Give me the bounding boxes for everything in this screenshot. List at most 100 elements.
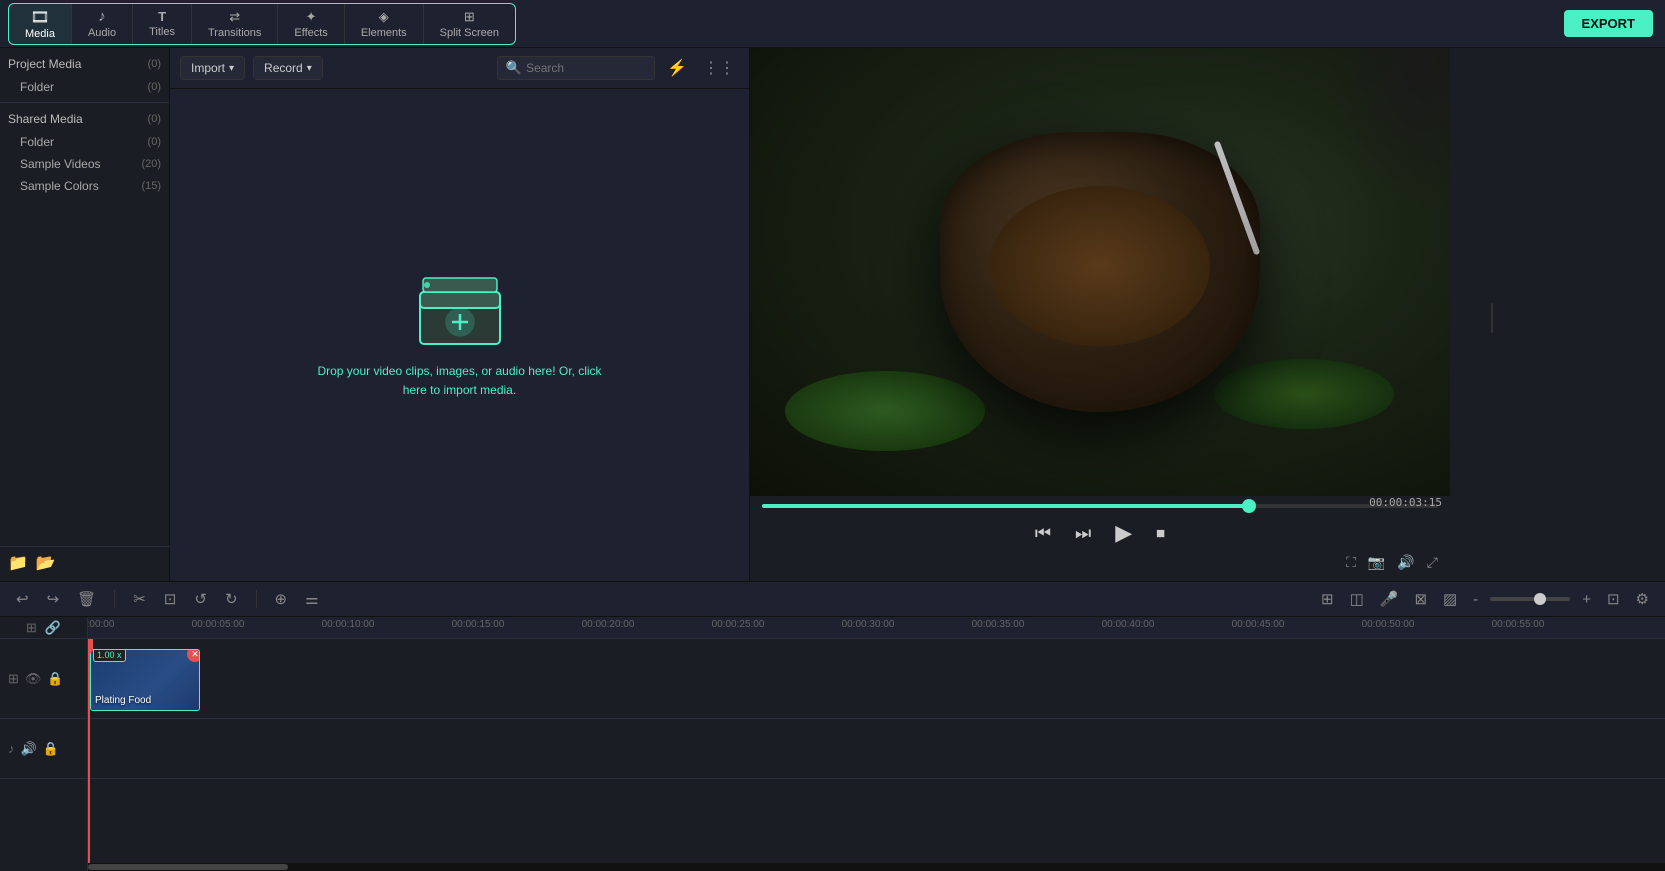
project-folder-count: (0)	[148, 81, 161, 93]
sample-colors-label: Sample Colors	[20, 179, 99, 193]
delete-button[interactable]: 🗑	[73, 588, 100, 610]
tab-splitscreen-label: Split Screen	[440, 27, 499, 39]
crop-button[interactable]: ⊡	[160, 588, 181, 610]
filter-button[interactable]: ⚡	[663, 56, 691, 80]
add-track-button[interactable]: ⊞	[26, 620, 37, 636]
media-toolbar: Import ▾ Record ▾ 🔍 ⚡ ⋮⋮	[170, 48, 749, 89]
timeline-left-controls: ⊞ 🔗 ⊞ 👁 🔒 ♪ 🔊 🔒	[0, 617, 88, 871]
timeline-right: 00:00:00:00 00:00:05:00 00:00:10:00 00:0…	[88, 617, 1665, 871]
audio-note-button[interactable]: ♪	[8, 741, 15, 756]
step-back-button[interactable]: ⏭	[1071, 519, 1095, 548]
sidebar-divider-1	[0, 102, 169, 103]
food-contents	[990, 186, 1210, 346]
timeline-option2[interactable]: ◫	[1346, 588, 1368, 610]
timeline-left-top: ⊞ 🔗	[0, 617, 87, 639]
tab-effects[interactable]: ✦ Effects	[278, 4, 344, 44]
project-folder-label: Folder	[20, 80, 54, 94]
tab-titles[interactable]: T Titles	[133, 4, 192, 44]
timeline-zoom-controls: ⊞ ◫ 🎤 ⊠ ▨ - + ⊡ ⚙	[1317, 588, 1653, 610]
rotate-left-button[interactable]: ↺	[190, 588, 211, 610]
progress-thumb[interactable]	[1242, 499, 1256, 513]
tab-audio-label: Audio	[88, 27, 116, 39]
drop-text-line1: Drop your video clips, images, or audio …	[317, 362, 601, 381]
toolbar-separator-2	[256, 590, 257, 608]
greenery-right	[1214, 359, 1394, 429]
sidebar-item-shared-folder[interactable]: Folder (0)	[0, 131, 169, 153]
clapperboard-icon	[415, 270, 505, 350]
effects-icon: ✦	[306, 9, 317, 25]
scrollbar-thumb[interactable]	[88, 864, 288, 870]
drop-zone[interactable]: Drop your video clips, images, or audio …	[170, 89, 749, 581]
play-button[interactable]: ▶	[1111, 516, 1136, 550]
stop-button[interactable]: ⏹	[1152, 519, 1169, 548]
clip-speed-badge: 1.00 x	[93, 649, 126, 662]
tab-media-label: Media	[25, 28, 55, 40]
export-button[interactable]: EXPORT	[1564, 10, 1653, 37]
timeline-option1[interactable]: ⊞	[1317, 588, 1338, 610]
shared-folder-count: (0)	[148, 136, 161, 148]
tab-elements[interactable]: ◈ Elements	[345, 4, 424, 44]
timeline-toolbar: ↩ ↪ 🗑 ✂ ⊡ ↺ ↻ ⊕ ⚌ ⊞ ◫ 🎤 ⊠ ▨ - + ⊡ ⚙	[0, 582, 1665, 617]
tab-effects-label: Effects	[294, 27, 327, 39]
project-media-count: (0)	[148, 58, 161, 70]
timeline-option5[interactable]: ▨	[1439, 588, 1461, 610]
clip-delete-button[interactable]: ✕	[187, 649, 200, 662]
audio-track-lane	[88, 719, 1665, 779]
tab-titles-label: Titles	[149, 26, 175, 38]
expand-button[interactable]: ⤢	[1427, 554, 1438, 571]
cut-button[interactable]: ✂	[129, 588, 150, 610]
snapshot-button[interactable]: 📷	[1368, 554, 1385, 571]
import-arrow-icon: ▾	[229, 63, 234, 74]
extra-controls: ⛶ 📷 🔊 ⤢	[750, 554, 1450, 575]
ruler-tick-4: 00:00:20:00	[582, 619, 635, 630]
tab-transitions[interactable]: ⇄ Transitions	[192, 4, 278, 44]
settings-button[interactable]: ⚙	[1632, 588, 1653, 610]
search-input[interactable]	[526, 61, 646, 75]
skip-back-button[interactable]: ⏮	[1031, 519, 1055, 548]
video-track-controls: ⊞ 👁 🔒 ♪ 🔊 🔒	[0, 639, 87, 779]
timeline-option3[interactable]: 🎤	[1376, 588, 1403, 610]
import-button[interactable]: Import ▾	[180, 56, 245, 80]
transitions-icon: ⇄	[229, 9, 240, 25]
shared-media-label: Shared Media	[8, 112, 83, 126]
tab-audio[interactable]: ♪ Audio	[72, 4, 133, 44]
link-button[interactable]: 🔗	[45, 620, 61, 636]
zoom-out-button[interactable]: -	[1469, 589, 1482, 610]
folder-open-button[interactable]: 📂	[36, 553, 56, 573]
redo-button[interactable]: ↪	[43, 588, 64, 610]
sidebar-item-project-folder[interactable]: Folder (0)	[0, 76, 169, 98]
audio-speaker-button[interactable]: 🔊	[21, 741, 37, 757]
grid-view-button[interactable]: ⋮⋮	[699, 56, 739, 80]
zoom-slider[interactable]	[1490, 597, 1570, 601]
tab-media[interactable]: 🎞 Media	[9, 4, 72, 44]
ruler-tick-1: 00:00:05:00	[192, 619, 245, 630]
stabilize-button[interactable]: ⊕	[271, 588, 292, 610]
timeline-option4[interactable]: ⊠	[1410, 588, 1431, 610]
fullscreen-button[interactable]: ⛶	[1346, 554, 1356, 571]
sidebar-item-sample-colors[interactable]: Sample Colors (15)	[0, 175, 169, 197]
ruler-tick-0: 00:00:00:00	[88, 619, 114, 630]
import-label: Import	[191, 61, 225, 75]
audio-lock-button[interactable]: 🔒	[43, 741, 59, 757]
record-button[interactable]: Record ▾	[253, 56, 323, 80]
equalizer-button[interactable]: ⚌	[301, 588, 322, 610]
add-folder-button[interactable]: 📁	[8, 553, 28, 573]
volume-button[interactable]: 🔊	[1397, 554, 1414, 571]
sidebar-section-project-media[interactable]: Project Media (0)	[0, 52, 169, 76]
video-clip[interactable]: 1.00 x ✕ Plating Food	[90, 649, 200, 711]
zoom-in-button[interactable]: +	[1578, 589, 1595, 610]
zoom-fit-button[interactable]: ⊡	[1603, 588, 1624, 610]
rotate-right-button[interactable]: ↻	[221, 588, 242, 610]
video-eye-button[interactable]: 👁	[25, 671, 42, 687]
sidebar-item-sample-videos[interactable]: Sample Videos (20)	[0, 153, 169, 175]
video-lock-button[interactable]: 🔒	[47, 671, 63, 687]
drop-text-line2: here to import media.	[317, 381, 601, 400]
tab-splitscreen[interactable]: ⊞ Split Screen	[424, 4, 515, 44]
progress-bar-container[interactable]: 00:00:03:15	[750, 500, 1450, 512]
undo-button[interactable]: ↩	[12, 588, 33, 610]
video-grid-button[interactable]: ⊞	[8, 671, 19, 687]
horizontal-scrollbar[interactable]	[88, 863, 1665, 871]
nav-tabs: 🎞 Media ♪ Audio T Titles ⇄ Transitions ✦…	[8, 3, 516, 45]
shared-folder-label: Folder	[20, 135, 54, 149]
sidebar-section-shared-media[interactable]: Shared Media (0)	[0, 107, 169, 131]
